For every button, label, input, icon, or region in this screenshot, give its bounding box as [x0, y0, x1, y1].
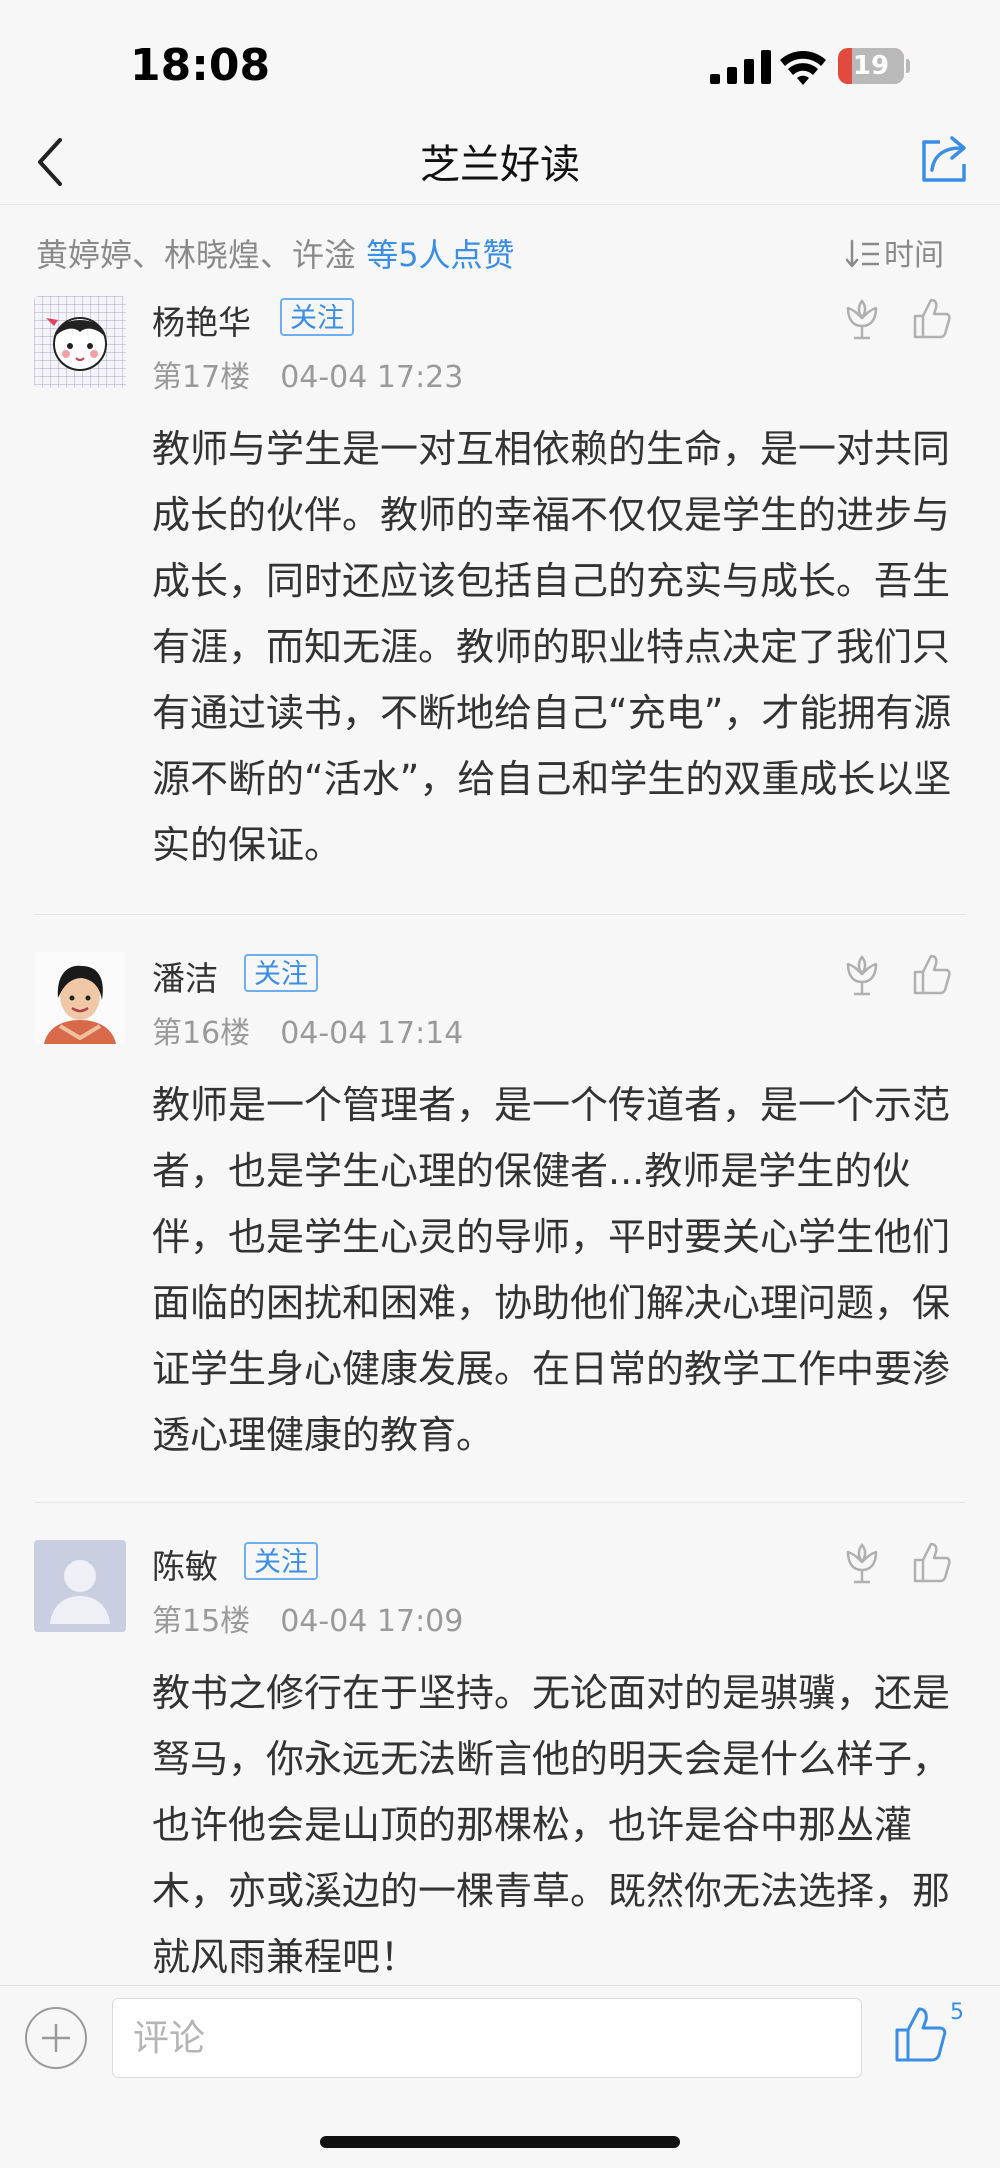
comment-meta: 第16楼 04-04 17:14	[152, 1008, 463, 1052]
comment-floor: 第16楼	[152, 1016, 251, 1051]
comment-time: 04-04 17:09	[280, 1604, 464, 1639]
comment-item: 陈敏 关注 第15楼 04-04 17:09 教书之修行在于坚持。无论面对的是骐骥…	[0, 1540, 1000, 1985]
flower-icon[interactable]	[842, 298, 882, 340]
sort-label: 时间	[884, 238, 944, 273]
comment-meta: 第17楼 04-04 17:23	[152, 352, 463, 396]
comment-content: 教师与学生是一对互相依赖的生命，是一对共同成长的伙伴。教师的幸福不仅仅是学生的进…	[152, 427, 952, 867]
comment-item: 潘洁 关注 第16楼 04-04 17:14 教师是一个管理者，是一个传道者，是一…	[0, 952, 1000, 1512]
wifi-icon	[780, 51, 826, 85]
comment-time: 04-04 17:14	[280, 1016, 464, 1051]
comment-author[interactable]: 陈敏	[152, 1540, 218, 1588]
battery-level: 19	[852, 51, 890, 81]
flower-icon[interactable]	[842, 1542, 882, 1584]
thumb-up-icon[interactable]	[912, 296, 952, 340]
comment-divider	[34, 1502, 966, 1503]
comment-input[interactable]	[112, 1998, 862, 2078]
comment-divider	[34, 914, 966, 915]
battery-icon: 19	[838, 48, 910, 84]
home-indicator[interactable]	[320, 2136, 680, 2148]
avatar[interactable]	[34, 952, 126, 1044]
nav-bar: 芝兰好读	[0, 120, 1000, 204]
likes-names: 黄婷婷、林晓煌、许淦	[36, 236, 357, 274]
follow-button[interactable]: 关注	[280, 298, 354, 336]
like-count: 5	[950, 2000, 964, 2025]
comment-author[interactable]: 潘洁	[152, 952, 218, 1000]
comment-content: 教书之修行在于坚持。无论面对的是骐骥，还是驽马，你永远无法断言他的明天会是什么样…	[152, 1671, 951, 1979]
plus-icon[interactable]	[24, 2006, 88, 2070]
avatar[interactable]	[34, 296, 126, 388]
comment-content: 教师是一个管理者，是一个传道者，是一个示范者，也是学生心理的保健者...教师是学…	[152, 1083, 951, 1457]
status-time: 18:08	[130, 40, 271, 91]
thumb-up-icon[interactable]	[912, 952, 952, 996]
likes-row: 黄婷婷、林晓煌、许淦 等5人点赞 时间	[0, 222, 1000, 282]
status-bar: 18:08 19	[0, 0, 1000, 120]
follow-button[interactable]: 关注	[244, 954, 318, 992]
page-title: 芝兰好读	[420, 142, 580, 188]
comment-time: 04-04 17:23	[280, 360, 464, 395]
avatar[interactable]	[34, 1540, 126, 1632]
cellular-signal-icon	[710, 50, 771, 84]
comment-author[interactable]: 杨艳华	[152, 296, 251, 344]
likes-summary: 黄婷婷、林晓煌、许淦 等5人点赞	[36, 230, 515, 276]
sort-icon	[846, 239, 879, 268]
flower-icon[interactable]	[842, 954, 882, 996]
bottom-bar: 5	[0, 1985, 1000, 2168]
follow-button[interactable]: 关注	[244, 1542, 318, 1580]
thumb-up-icon[interactable]	[894, 2004, 948, 2064]
likes-more-link[interactable]: 等5人点赞	[366, 236, 514, 274]
thumb-up-icon[interactable]	[912, 1540, 952, 1584]
comment-meta: 第15楼 04-04 17:09	[152, 1596, 463, 1640]
comment-item: 杨艳华 关注 第17楼 04-04 17:23 教师与学生是一对互相依赖的生命，是…	[0, 296, 1000, 896]
sort-button[interactable]: 时间	[846, 230, 944, 274]
share-icon[interactable]	[918, 132, 972, 186]
nav-divider	[0, 204, 1000, 205]
comment-floor: 第15楼	[152, 1604, 251, 1639]
comment-floor: 第17楼	[152, 360, 251, 395]
